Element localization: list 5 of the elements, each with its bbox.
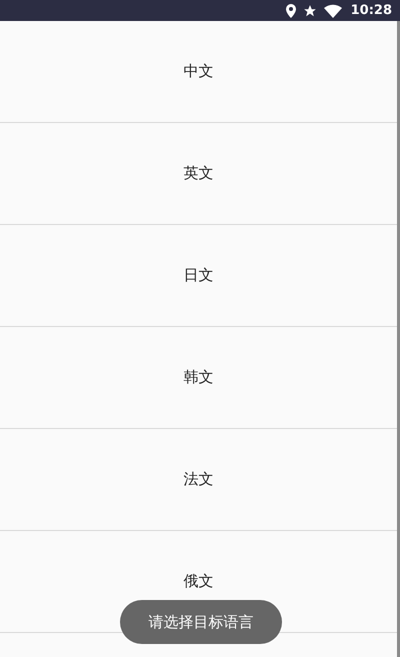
clock-time: 10:28 bbox=[350, 3, 392, 18]
location-pin-icon bbox=[286, 4, 296, 18]
wifi-icon bbox=[324, 4, 342, 18]
toast-message: 请选择目标语言 bbox=[120, 600, 282, 644]
star-icon bbox=[302, 4, 317, 18]
